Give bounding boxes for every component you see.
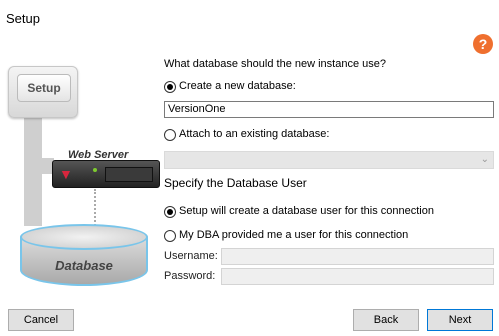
- brand-logo-icon: ▼: [59, 166, 73, 182]
- dba-provided-user-label: My DBA provided me a user for this conne…: [179, 229, 409, 241]
- username-label: Username:: [164, 250, 218, 262]
- help-icon[interactable]: ?: [473, 34, 493, 54]
- setup-box: Setup: [8, 66, 78, 118]
- chevron-down-icon: ⌄: [480, 154, 489, 165]
- setup-create-user-label: Setup will create a database user for th…: [179, 205, 434, 217]
- flow-arrow: [24, 158, 54, 174]
- database-user-section-title: Specify the Database User: [164, 176, 307, 190]
- setup-create-user-radio[interactable]: [164, 206, 176, 218]
- new-database-name-input[interactable]: VersionOne: [164, 101, 494, 118]
- database-label: Database: [55, 258, 113, 273]
- setup-illustration: Setup Web Server ▼ Database: [0, 56, 160, 296]
- dba-provided-user-radio[interactable]: [164, 230, 176, 242]
- username-input[interactable]: [221, 248, 494, 265]
- attach-database-radio[interactable]: [164, 129, 176, 141]
- web-server-icon: ▼: [52, 160, 160, 188]
- create-database-label: Create a new database:: [179, 80, 296, 92]
- database-top: [20, 224, 148, 250]
- setup-label: Setup: [17, 74, 71, 102]
- window-title: Setup: [6, 11, 40, 26]
- drive-slot: [105, 167, 153, 182]
- database-question: What database should the new instance us…: [164, 58, 386, 70]
- password-input[interactable]: [221, 268, 494, 285]
- status-led: [93, 168, 97, 172]
- back-button[interactable]: Back: [353, 309, 419, 331]
- database-icon: Database: [20, 224, 148, 286]
- password-label: Password:: [164, 270, 216, 282]
- create-database-radio[interactable]: [164, 81, 176, 93]
- attach-database-label: Attach to an existing database:: [179, 128, 330, 140]
- next-button[interactable]: Next: [427, 309, 493, 331]
- cancel-button[interactable]: Cancel: [8, 309, 74, 331]
- existing-database-select[interactable]: ⌄: [164, 151, 494, 169]
